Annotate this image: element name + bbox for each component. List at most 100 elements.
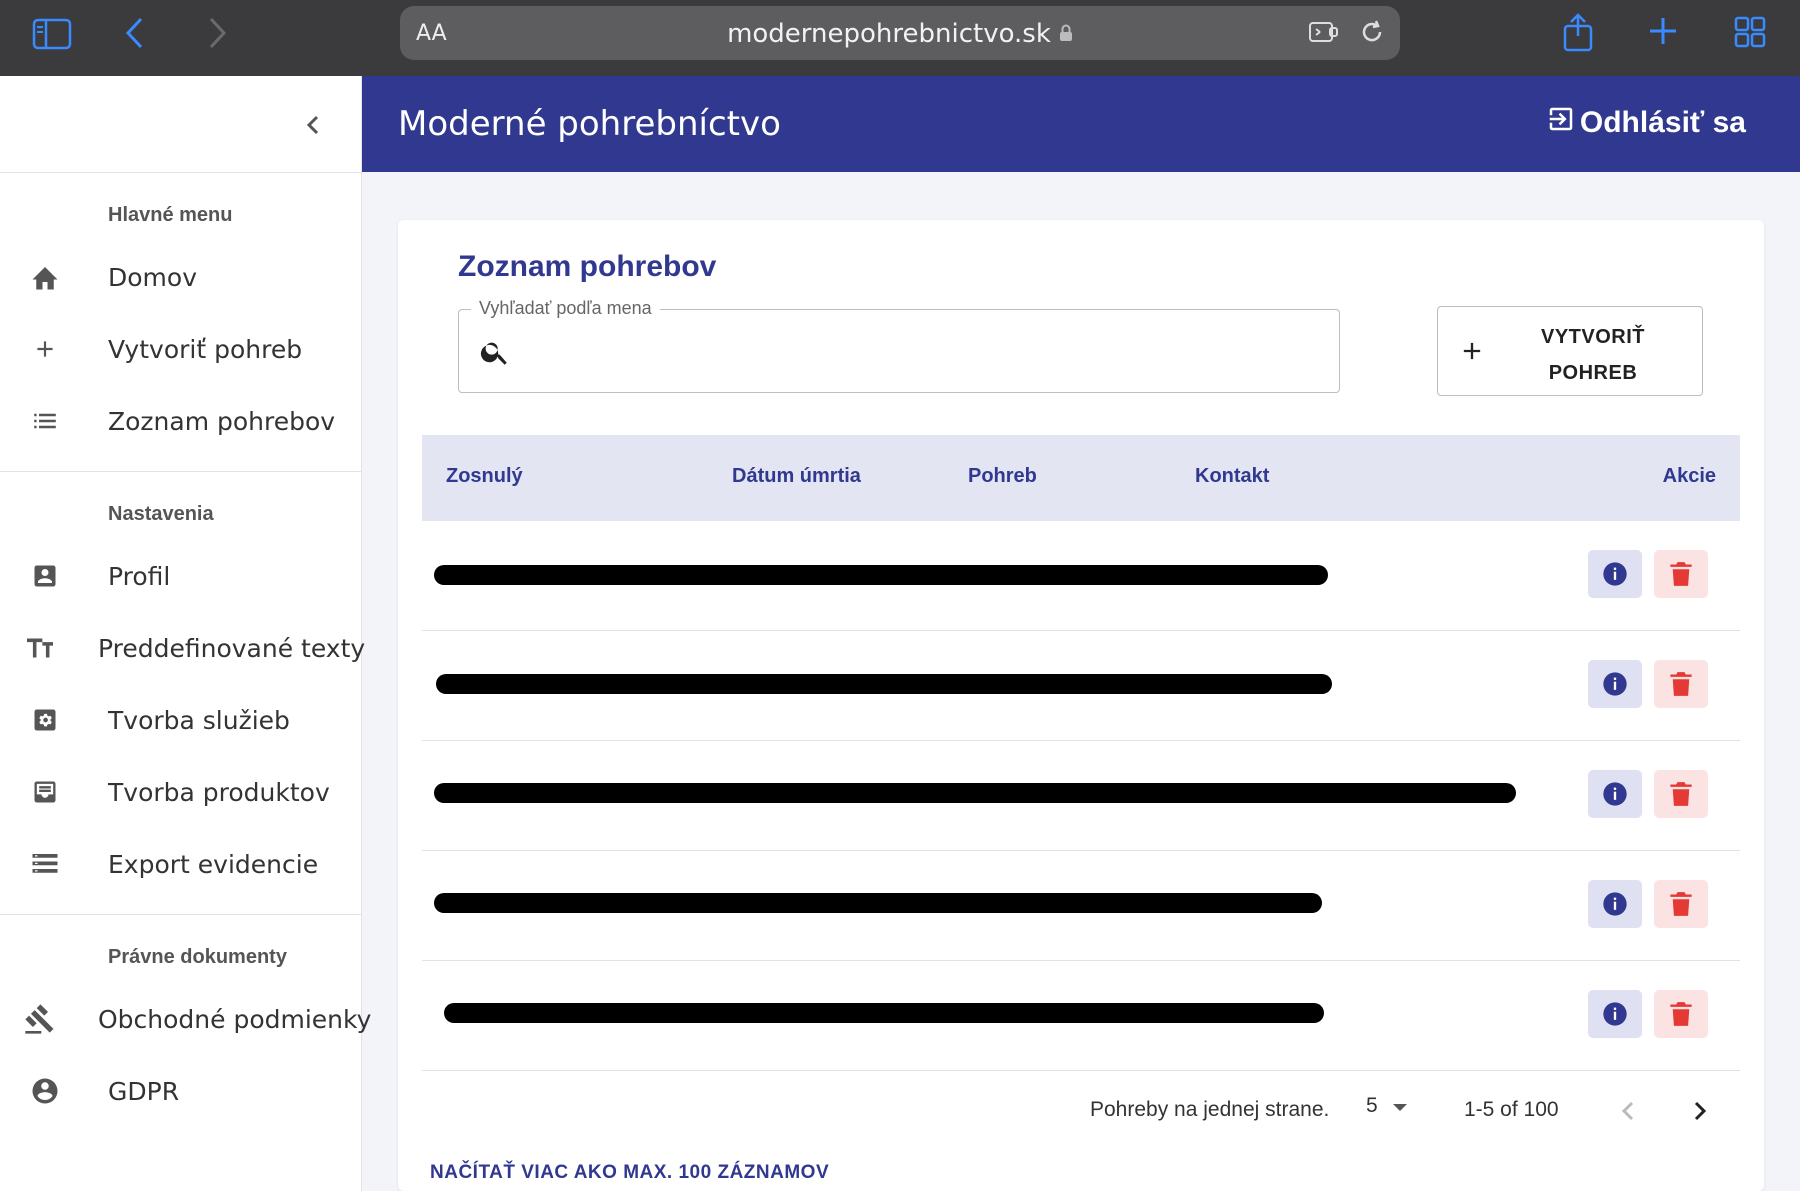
info-button[interactable] xyxy=(1588,880,1642,928)
app-title: Moderné pohrebníctvo xyxy=(398,104,781,144)
collapse-sidebar-icon[interactable] xyxy=(300,110,326,140)
delete-button[interactable] xyxy=(1654,550,1708,598)
sidebar-item-profil[interactable]: Profil xyxy=(0,540,361,612)
redaction-bar xyxy=(434,893,1322,913)
page-title: Zoznam pohrebov xyxy=(458,250,717,283)
info-button[interactable] xyxy=(1588,660,1642,708)
sidebar-item-label: Zoznam pohrebov xyxy=(108,406,336,436)
sidebar-item-tvorba-produktov[interactable]: Tvorba produktov xyxy=(0,756,361,828)
sidebar-section-main: Hlavné menu Domov Vytvoriť pohreb Zoznam… xyxy=(0,173,361,472)
new-tab-icon[interactable] xyxy=(1648,16,1678,46)
pagination: Pohreby na jednej strane. 5 1-5 of 100 xyxy=(422,1080,1740,1140)
info-button[interactable] xyxy=(1588,550,1642,598)
sidebar-item-label: Vytvoriť pohreb xyxy=(108,334,303,364)
plus-icon xyxy=(1458,337,1486,370)
create-button-label-line2: POHREB xyxy=(1548,362,1638,384)
sidebar-item-label: Obchodné podmienky xyxy=(98,1004,372,1034)
create-funeral-button[interactable]: VYTVORIŤ POHREB xyxy=(1437,306,1703,396)
delete-button[interactable] xyxy=(1654,660,1708,708)
search-icon xyxy=(479,336,511,373)
sidebar-item-vytvorit-pohreb[interactable]: Vytvoriť pohreb xyxy=(0,313,361,385)
sidebar-item-domov[interactable]: Domov xyxy=(0,241,361,313)
redaction-bar xyxy=(434,783,1516,803)
address-bar[interactable]: AA modernepohrebnictvo.sk xyxy=(400,6,1400,60)
previous-page-icon[interactable] xyxy=(1618,1098,1638,1129)
sidebar-item-label: GDPR xyxy=(108,1076,180,1106)
section-title: Hlavné menu xyxy=(108,204,233,226)
profile-icon xyxy=(24,559,66,593)
table-row xyxy=(422,521,1740,631)
sidebar-toggle-icon[interactable] xyxy=(32,18,72,50)
next-page-icon[interactable] xyxy=(1690,1098,1710,1129)
plus-icon xyxy=(24,332,66,366)
dropdown-arrow-icon xyxy=(1392,1094,1408,1118)
sidebar-item-obchodne-podmienky[interactable]: Obchodné podmienky xyxy=(0,983,371,1055)
info-button[interactable] xyxy=(1588,990,1642,1038)
column-header-datum-umrtia[interactable]: Dátum úmrtia xyxy=(732,465,861,488)
table-header: Zosnulý Dátum úmrtia Pohreb Kontakt Akci… xyxy=(422,435,1740,521)
redaction-bar xyxy=(444,1003,1324,1023)
delete-button[interactable] xyxy=(1654,880,1708,928)
delete-button[interactable] xyxy=(1654,990,1708,1038)
column-header-pohreb[interactable]: Pohreb xyxy=(968,465,1037,488)
search-field[interactable]: Vyhľadať podľa mena xyxy=(458,298,1340,393)
delete-icon xyxy=(1670,892,1692,916)
delete-icon xyxy=(1670,672,1692,696)
sidebar-item-preddefinovane-texty[interactable]: Preddefinované texty xyxy=(0,612,365,684)
delete-icon xyxy=(1670,562,1692,586)
tabs-overview-icon[interactable] xyxy=(1734,16,1766,48)
list-icon xyxy=(24,404,66,438)
sidebar-section-settings: Nastavenia Profil Preddefinované texty T… xyxy=(0,472,365,915)
delete-icon xyxy=(1670,782,1692,806)
sidebar-section-legal: Právne dokumenty Obchodné podmienky GDPR xyxy=(0,915,371,1141)
sidebar-item-label: Domov xyxy=(108,262,197,292)
share-icon[interactable] xyxy=(1560,12,1596,52)
funeral-list-card: Zoznam pohrebov Vyhľadať podľa mena VYTV… xyxy=(398,220,1764,1191)
sidebar: Hlavné menu Domov Vytvoriť pohreb Zoznam… xyxy=(0,76,371,1191)
settings-box-icon xyxy=(24,703,66,737)
info-icon xyxy=(1603,672,1627,696)
sidebar-item-label: Tvorba služieb xyxy=(108,705,290,735)
search-input[interactable] xyxy=(529,328,1319,374)
delete-icon xyxy=(1670,1002,1692,1026)
storage-icon xyxy=(24,847,66,881)
table-row xyxy=(422,741,1740,851)
search-label: Vyhľadať podľa mena xyxy=(471,298,660,319)
gavel-icon xyxy=(24,1002,56,1036)
delete-button[interactable] xyxy=(1654,770,1708,818)
info-button[interactable] xyxy=(1588,770,1642,818)
rows-per-page-label: Pohreby na jednej strane. xyxy=(1090,1098,1330,1121)
column-header-akcie: Akcie xyxy=(1662,465,1716,487)
url-text: modernepohrebnictvo.sk xyxy=(727,19,1051,49)
table-row xyxy=(422,851,1740,961)
load-more-button[interactable]: NAČÍTAŤ VIAC AKO MAX. 100 ZÁZNAMOV xyxy=(430,1162,829,1184)
info-icon xyxy=(1603,1002,1627,1026)
extension-icon[interactable] xyxy=(1308,18,1340,51)
home-icon xyxy=(24,260,66,294)
back-icon[interactable] xyxy=(124,16,146,50)
table-row xyxy=(422,631,1740,741)
inbox-icon xyxy=(24,775,66,809)
create-button-label-line1: VYTVORIŤ xyxy=(1540,326,1645,348)
column-header-kontakt[interactable]: Kontakt xyxy=(1195,465,1269,488)
section-title: Právne dokumenty xyxy=(108,946,287,968)
info-icon xyxy=(1603,562,1627,586)
logout-label: Odhlásiť sa xyxy=(1579,106,1746,139)
rows-per-page-select[interactable]: 5 xyxy=(1366,1094,1408,1118)
info-icon xyxy=(1603,892,1627,916)
reload-icon[interactable] xyxy=(1358,18,1386,51)
funeral-table: Zosnulý Dátum úmrtia Pohreb Kontakt Akci… xyxy=(422,435,1740,1071)
sidebar-item-export-evidencie[interactable]: Export evidencie xyxy=(0,828,361,900)
logout-button[interactable]: Odhlásiť sa xyxy=(1546,104,1746,142)
account-circle-icon xyxy=(24,1074,66,1108)
redaction-bar xyxy=(436,674,1332,694)
sidebar-item-gdpr[interactable]: GDPR xyxy=(0,1055,361,1127)
sidebar-item-label: Preddefinované texty xyxy=(98,633,366,663)
sidebar-item-zoznam-pohrebov[interactable]: Zoznam pohrebov xyxy=(0,385,361,457)
forward-icon[interactable] xyxy=(206,16,228,50)
app-header: Moderné pohrebníctvo Odhlásiť sa xyxy=(362,76,1800,172)
redaction-bar xyxy=(434,565,1328,585)
sidebar-item-tvorba-sluzieb[interactable]: Tvorba služieb xyxy=(0,684,361,756)
column-header-zosnuly[interactable]: Zosnulý xyxy=(446,465,523,488)
table-row xyxy=(422,961,1740,1071)
